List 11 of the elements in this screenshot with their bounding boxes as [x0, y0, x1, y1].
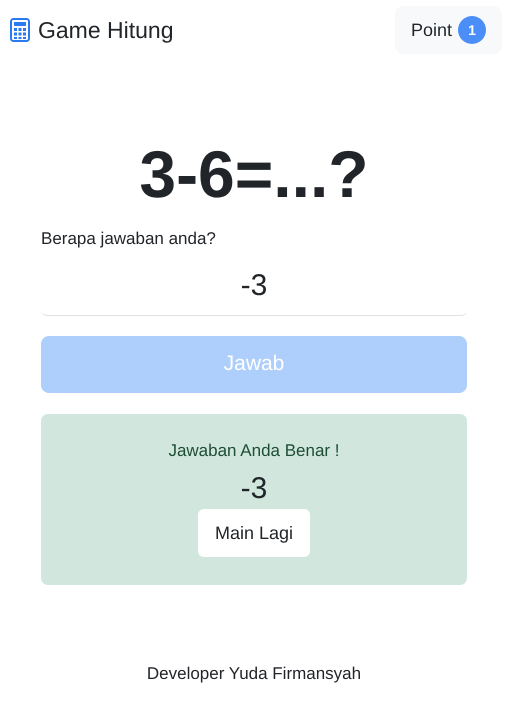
point-count-badge: 1 [458, 16, 486, 44]
app-title: Game Hitung [38, 16, 174, 45]
question-text: 3-6=...? [138, 136, 370, 213]
answer-field[interactable]: -3 [41, 258, 467, 316]
result-answer: -3 [240, 471, 268, 507]
point-button[interactable]: Point 1 [394, 6, 502, 54]
footer-text: Developer Yuda Firmansyah [146, 662, 362, 684]
play-again-button[interactable]: Main Lagi [198, 509, 310, 557]
answer-label: Berapa jawaban anda? [41, 228, 217, 250]
calculator-icon [10, 18, 30, 42]
result-message: Jawaban Anda Benar ! [168, 440, 340, 462]
